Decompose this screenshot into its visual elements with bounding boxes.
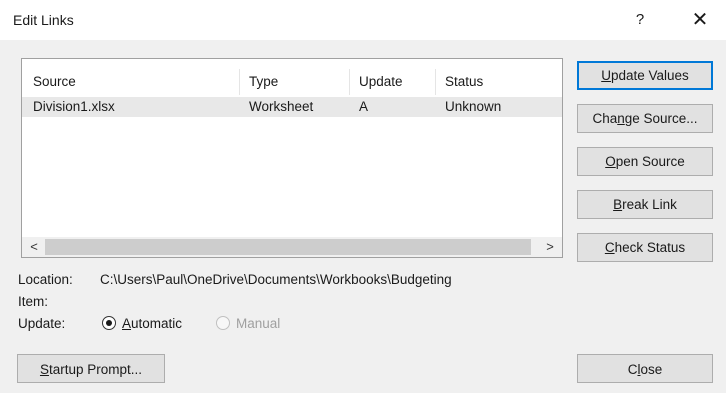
manual-radio-label[interactable]: Manual: [236, 316, 280, 331]
column-header-source[interactable]: Source: [33, 74, 76, 89]
item-label: Item:: [18, 294, 49, 309]
automatic-radio[interactable]: [102, 316, 116, 330]
cell-status: Unknown: [445, 99, 502, 114]
cell-source: Division1.xlsx: [33, 99, 115, 114]
dialog-title: Edit Links: [13, 12, 74, 28]
close-icon[interactable]: ✕: [682, 6, 718, 34]
open-source-button[interactable]: Open Source: [577, 147, 713, 176]
update-label: Update:: [18, 316, 66, 331]
column-header-status[interactable]: Status: [445, 74, 483, 89]
update-values-button[interactable]: Update Values: [577, 61, 713, 90]
location-label: Location:: [18, 272, 73, 287]
edit-links-dialog: Edit Links ? ✕ Source Type Update Status…: [0, 0, 726, 393]
column-header-type[interactable]: Type: [249, 74, 278, 89]
manual-radio[interactable]: [216, 316, 230, 330]
automatic-radio-label[interactable]: Automatic: [122, 316, 182, 331]
location-value: C:\Users\Paul\OneDrive\Documents\Workboo…: [100, 272, 452, 287]
table-row[interactable]: Division1.xlsx Worksheet A Unknown: [22, 97, 562, 117]
list-header: Source Type Update Status: [22, 59, 562, 97]
column-header-update[interactable]: Update: [359, 74, 403, 89]
column-divider: [435, 69, 436, 95]
close-button[interactable]: Close: [577, 354, 713, 383]
startup-prompt-button[interactable]: Startup Prompt...: [17, 354, 165, 383]
title-bar: Edit Links ? ✕: [0, 0, 726, 40]
links-list[interactable]: Source Type Update Status Division1.xlsx…: [21, 58, 563, 258]
scrollbar-thumb[interactable]: [45, 239, 531, 255]
break-link-button[interactable]: Break Link: [577, 190, 713, 219]
change-source-button[interactable]: Change Source...: [577, 104, 713, 133]
cell-update: A: [359, 99, 369, 114]
check-status-button[interactable]: Check Status: [577, 233, 713, 262]
help-icon[interactable]: ?: [622, 6, 658, 34]
cell-type: Worksheet: [249, 99, 314, 114]
scroll-right-icon[interactable]: >: [540, 237, 560, 257]
scroll-left-icon[interactable]: <: [24, 237, 44, 257]
horizontal-scrollbar[interactable]: < >: [22, 237, 562, 257]
column-divider: [239, 69, 240, 95]
column-divider: [349, 69, 350, 95]
